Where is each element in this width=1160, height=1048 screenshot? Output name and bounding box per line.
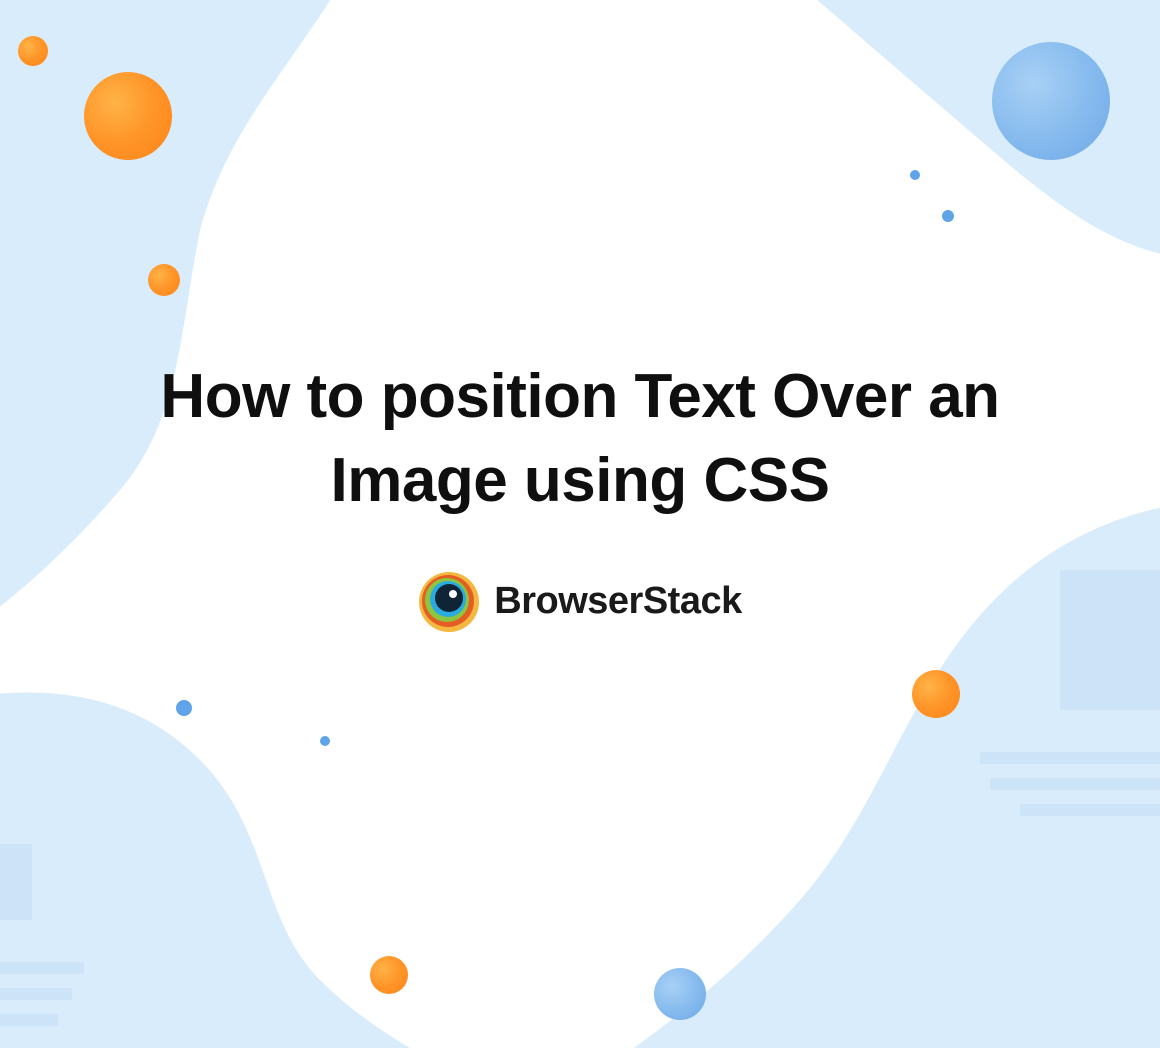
browserstack-logo-icon	[418, 571, 480, 633]
brand-name: BrowserStack	[494, 580, 741, 623]
banner-canvas: How to position Text Over an Image using…	[0, 0, 1160, 1048]
page-title: How to position Text Over an Image using…	[80, 355, 1080, 522]
content-area: How to position Text Over an Image using…	[0, 0, 1160, 1048]
brand-logo: BrowserStack	[418, 571, 741, 633]
